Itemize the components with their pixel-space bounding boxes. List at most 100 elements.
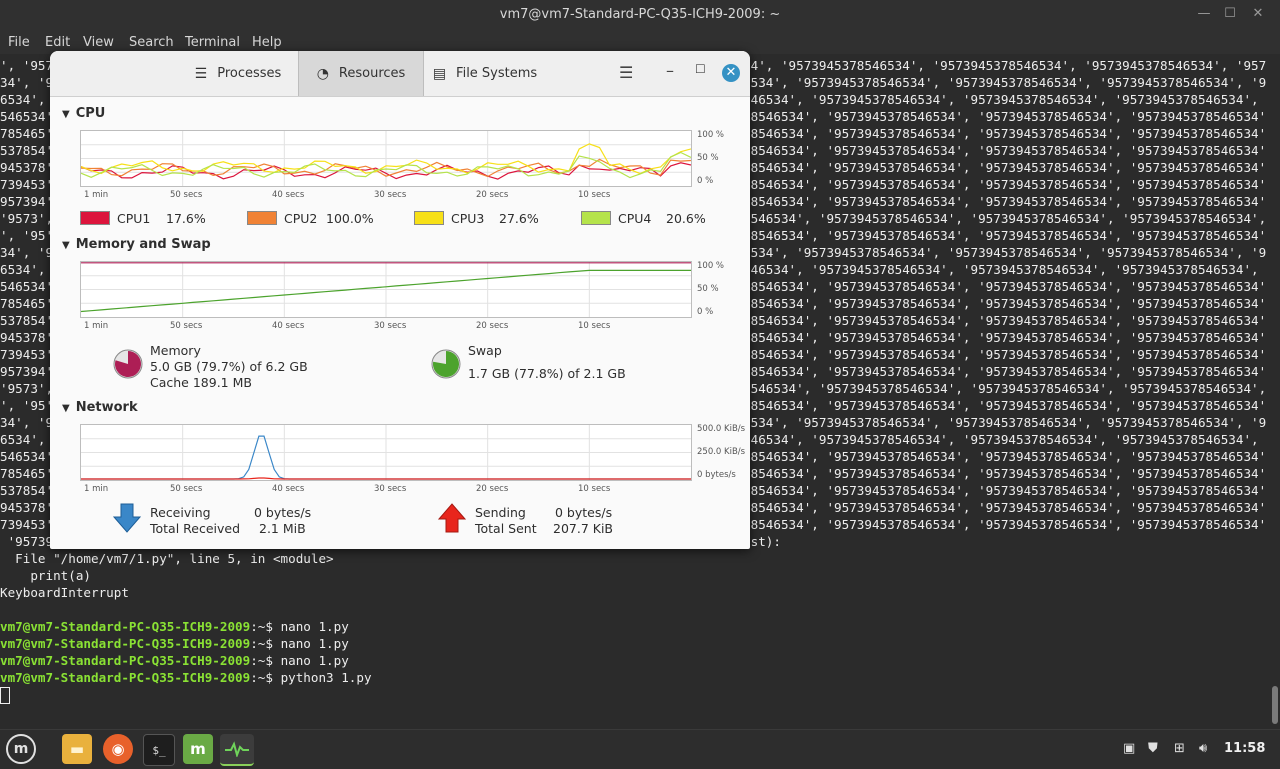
menu-terminal[interactable]: Terminal <box>185 35 240 50</box>
cpu-x-label: 20 secs <box>476 190 509 200</box>
memory-pie-icon[interactable] <box>113 349 143 379</box>
network-graph-svg <box>81 425 691 480</box>
prompt-line: vm7@vm7-Standard-PC-Q35-ICH9-2009:~$ nan… <box>0 652 1266 669</box>
collapse-triangle-icon: ▼ <box>62 403 70 414</box>
cpu-section-header[interactable]: ▼ CPU <box>62 106 105 121</box>
mintinstall-icon[interactable]: m <box>183 734 213 764</box>
tab-file-systems-label: File Systems <box>456 66 538 81</box>
menu-view[interactable]: View <box>83 35 114 50</box>
network-history-graph <box>80 424 692 481</box>
tab-file-systems[interactable]: ▤ File Systems <box>423 51 547 96</box>
system-monitor-headerbar[interactable]: ☰ Processes ◔ Resources ▤ File Systems ☰… <box>50 51 750 97</box>
cpu-graph-svg <box>81 131 691 186</box>
cpu-y-label-100: 100 % <box>697 130 725 140</box>
terminal-cursor <box>0 687 10 704</box>
tab-resources-label: Resources <box>338 66 406 81</box>
prompt-suffix: :~$ <box>250 619 281 634</box>
cpu1-name: CPU1 <box>117 211 151 226</box>
memory-title: Memory and Swap <box>75 237 211 252</box>
close-button[interactable]: ✕ <box>1250 6 1266 22</box>
clipboard-icon[interactable]: ▣ <box>1123 741 1135 756</box>
disk-icon: ▤ <box>432 65 447 82</box>
terminal-titlebar[interactable]: vm7@vm7-Standard-PC-Q35-ICH9-2009: ~ — ☐… <box>0 0 1280 30</box>
cpu-x-label: 30 secs <box>374 190 407 200</box>
memory-section-header[interactable]: ▼ Memory and Swap <box>62 237 211 252</box>
prompt-user-host: vm7@vm7-Standard-PC-Q35-ICH9-2009 <box>0 619 251 634</box>
swap-pie-icon[interactable] <box>431 349 461 379</box>
files-icon[interactable]: ▬ <box>62 734 92 764</box>
prompt-line: vm7@vm7-Standard-PC-Q35-ICH9-2009:~$ nan… <box>0 618 1266 635</box>
taskbar: m ▬ ◉ $_ m ▣ ⛊ ⊞ 🔊︎ 11:58 <box>0 729 1280 769</box>
close-button[interactable]: ✕ <box>722 64 740 82</box>
tab-resources[interactable]: ◔ Resources <box>298 51 424 96</box>
prompt-line: vm7@vm7-Standard-PC-Q35-ICH9-2009:~$ pyt… <box>0 669 1266 686</box>
mint-menu-icon[interactable]: m <box>6 734 36 764</box>
tab-processes-label: Processes <box>217 66 282 81</box>
cpu3-value: 27.6% <box>499 211 539 226</box>
receiving-arrow-icon[interactable] <box>113 503 141 533</box>
clock[interactable]: 11:58 <box>1224 741 1265 756</box>
network-icon[interactable]: ⊞ <box>1174 741 1185 756</box>
mem-y-label-100: 100 % <box>697 261 725 271</box>
mem-x-label: 20 secs <box>476 321 509 331</box>
net-x-label: 20 secs <box>476 484 509 494</box>
shield-icon[interactable]: ⛊ <box>1148 741 1158 756</box>
cpu2-color-swatch[interactable] <box>247 211 277 225</box>
cpu-title: CPU <box>75 106 106 121</box>
cpu4-value: 20.6% <box>666 211 706 226</box>
menu-edit[interactable]: Edit <box>45 35 70 50</box>
network-title: Network <box>75 400 138 415</box>
cursor-line <box>0 686 1266 704</box>
cpu3-name: CPU3 <box>451 211 485 226</box>
maximize-button[interactable]: ☐ <box>1222 6 1238 22</box>
network-section-header[interactable]: ▼ Network <box>62 400 138 415</box>
receiving-label: Receiving <box>150 505 211 520</box>
volume-icon[interactable]: 🔊︎ <box>1199 741 1207 756</box>
prompt-line: vm7@vm7-Standard-PC-Q35-ICH9-2009:~$ nan… <box>0 635 1266 652</box>
sending-arrow-icon[interactable] <box>438 503 466 533</box>
menu-help[interactable]: Help <box>252 35 282 50</box>
net-y-label-0: 0 bytes/s <box>697 470 736 480</box>
command-text: nano 1.py <box>280 653 349 668</box>
gauge-icon: ◔ <box>316 65 329 82</box>
swap-value: 1.7 GB (77.8%) of 2.1 GB <box>468 366 626 381</box>
firefox-icon[interactable]: ◉ <box>103 734 133 764</box>
terminal-scrollbar[interactable] <box>1272 686 1278 724</box>
minimize-button[interactable]: – <box>666 61 674 80</box>
cpu-history-graph <box>80 130 692 187</box>
terminal-line: KeyboardInterrupt <box>0 585 129 600</box>
prompt-user-host: vm7@vm7-Standard-PC-Q35-ICH9-2009 <box>0 653 251 668</box>
system-monitor-window: ☰ Processes ◔ Resources ▤ File Systems ☰… <box>50 51 750 549</box>
prompt-suffix: :~$ <box>250 670 281 685</box>
cpu1-color-swatch[interactable] <box>80 211 110 225</box>
tab-processes[interactable]: ☰ Processes <box>178 51 298 96</box>
memory-label: Memory <box>150 343 201 358</box>
menu-search[interactable]: Search <box>129 35 174 50</box>
minimize-button[interactable]: — <box>1196 6 1212 22</box>
net-x-label: 30 secs <box>374 484 407 494</box>
menu-file[interactable]: File <box>8 35 30 50</box>
cpu2-name: CPU2 <box>284 211 318 226</box>
cpu3-color-swatch[interactable] <box>414 211 444 225</box>
maximize-button[interactable]: ☐ <box>695 62 706 76</box>
prompt-suffix: :~$ <box>250 653 281 668</box>
memory-value: 5.0 GB (79.7%) of 6.2 GB <box>150 359 308 374</box>
collapse-triangle-icon: ▼ <box>62 109 70 120</box>
terminal-icon[interactable]: $_ <box>143 734 175 766</box>
command-text: nano 1.py <box>280 636 349 651</box>
swap-label: Swap <box>468 343 502 358</box>
cpu-x-label: 50 secs <box>170 190 203 200</box>
system-monitor-taskbar-icon[interactable] <box>220 734 254 766</box>
total-received-label: Total Received <box>150 521 241 536</box>
total-sent-label: Total Sent <box>475 521 537 536</box>
terminal-line: print(a) <box>0 568 91 583</box>
cpu2-value: 100.0% <box>326 211 374 226</box>
list-icon: ☰ <box>194 65 208 82</box>
hamburger-menu-icon[interactable]: ☰ <box>619 63 633 82</box>
mem-y-label-50: 50 % <box>697 284 719 294</box>
command-text: nano 1.py <box>280 619 349 634</box>
prompt-user-host: vm7@vm7-Standard-PC-Q35-ICH9-2009 <box>0 636 251 651</box>
mem-x-label: 10 secs <box>578 321 611 331</box>
cpu4-color-swatch[interactable] <box>581 211 611 225</box>
